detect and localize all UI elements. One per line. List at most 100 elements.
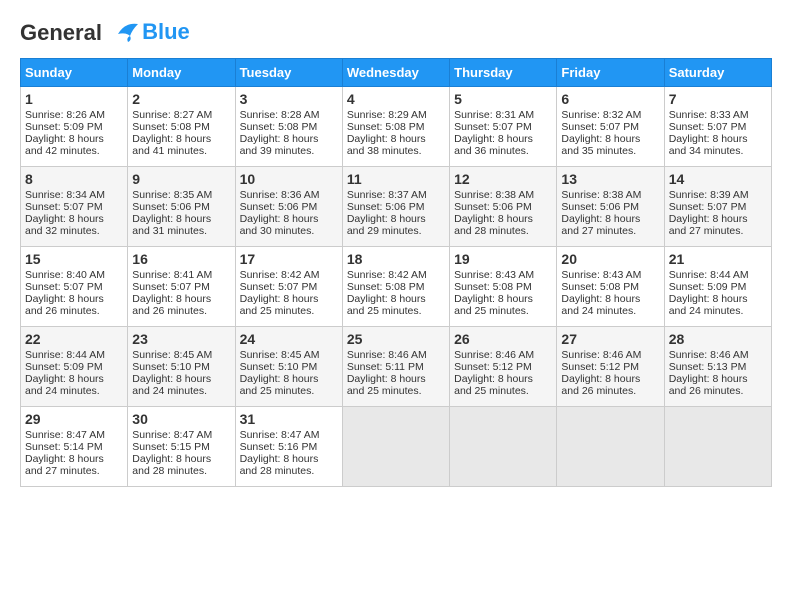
calendar-cell: 14Sunrise: 8:39 AMSunset: 5:07 PMDayligh… xyxy=(664,167,771,247)
col-tuesday: Tuesday xyxy=(235,59,342,87)
day-number: 7 xyxy=(669,91,767,107)
sunrise-label: Sunrise: 8:45 AM xyxy=(132,349,212,361)
day-number: 2 xyxy=(132,91,230,107)
sunrise-label: Sunrise: 8:43 AM xyxy=(561,269,641,281)
day-number: 9 xyxy=(132,171,230,187)
daylight-label: Daylight: 8 hours and 41 minutes. xyxy=(132,133,211,157)
daylight-label: Daylight: 8 hours and 26 minutes. xyxy=(561,373,640,397)
daylight-label: Daylight: 8 hours and 25 minutes. xyxy=(240,373,319,397)
sunset-label: Sunset: 5:07 PM xyxy=(561,121,639,133)
calendar-cell xyxy=(450,407,557,487)
sunrise-label: Sunrise: 8:38 AM xyxy=(454,189,534,201)
logo-general: General xyxy=(20,20,102,45)
calendar-cell: 1Sunrise: 8:26 AMSunset: 5:09 PMDaylight… xyxy=(21,87,128,167)
calendar-table: Sunday Monday Tuesday Wednesday Thursday… xyxy=(20,58,772,487)
sunrise-label: Sunrise: 8:46 AM xyxy=(561,349,641,361)
calendar-cell: 19Sunrise: 8:43 AMSunset: 5:08 PMDayligh… xyxy=(450,247,557,327)
daylight-label: Daylight: 8 hours and 26 minutes. xyxy=(669,373,748,397)
daylight-label: Daylight: 8 hours and 31 minutes. xyxy=(132,213,211,237)
daylight-label: Daylight: 8 hours and 26 minutes. xyxy=(25,293,104,317)
sunset-label: Sunset: 5:06 PM xyxy=(132,201,210,213)
calendar-row: 22Sunrise: 8:44 AMSunset: 5:09 PMDayligh… xyxy=(21,327,772,407)
sunset-label: Sunset: 5:09 PM xyxy=(669,281,747,293)
calendar-cell: 4Sunrise: 8:29 AMSunset: 5:08 PMDaylight… xyxy=(342,87,449,167)
sunset-label: Sunset: 5:09 PM xyxy=(25,361,103,373)
sunrise-label: Sunrise: 8:42 AM xyxy=(240,269,320,281)
calendar-cell: 23 Sunrise: 8:45 AMSunset: 5:10 PMDayligh… xyxy=(128,327,235,407)
sunset-label: Sunset: 5:06 PM xyxy=(240,201,318,213)
sunset-label: Sunset: 5:08 PM xyxy=(347,121,425,133)
day-number: 1 xyxy=(25,91,123,107)
sunrise-label: Sunrise: 8:46 AM xyxy=(347,349,427,361)
sunrise-label: Sunrise: 8:42 AM xyxy=(347,269,427,281)
col-thursday: Thursday xyxy=(450,59,557,87)
sunrise-label: Sunrise: 8:36 AM xyxy=(240,189,320,201)
daylight-label: Daylight: 8 hours and 27 minutes. xyxy=(561,213,640,237)
page-header: General Blue xyxy=(20,20,772,48)
day-number: 28 xyxy=(669,331,767,347)
daylight-label: Daylight: 8 hours and 36 minutes. xyxy=(454,133,533,157)
sunset-label: Sunset: 5:06 PM xyxy=(561,201,639,213)
calendar-cell: 8Sunrise: 8:34 AMSunset: 5:07 PMDaylight… xyxy=(21,167,128,247)
calendar-cell: 22Sunrise: 8:44 AMSunset: 5:09 PMDayligh… xyxy=(21,327,128,407)
calendar-cell: 12Sunrise: 8:38 AMSunset: 5:06 PMDayligh… xyxy=(450,167,557,247)
sunset-label: Sunset: 5:12 PM xyxy=(454,361,532,373)
calendar-cell: 5Sunrise: 8:31 AMSunset: 5:07 PMDaylight… xyxy=(450,87,557,167)
calendar-cell: 17Sunrise: 8:42 AMSunset: 5:07 PMDayligh… xyxy=(235,247,342,327)
day-number: 19 xyxy=(454,251,552,267)
calendar-cell: 16Sunrise: 8:41 AMSunset: 5:07 PMDayligh… xyxy=(128,247,235,327)
calendar-row: 15Sunrise: 8:40 AMSunset: 5:07 PMDayligh… xyxy=(21,247,772,327)
sunset-label: Sunset: 5:07 PM xyxy=(132,281,210,293)
calendar-body: 1Sunrise: 8:26 AMSunset: 5:09 PMDaylight… xyxy=(21,87,772,487)
sunset-label: Sunset: 5:08 PM xyxy=(347,281,425,293)
sunrise-label: Sunrise: 8:35 AM xyxy=(132,189,212,201)
day-number: 20 xyxy=(561,251,659,267)
sunrise-label: Sunrise: 8:41 AM xyxy=(132,269,212,281)
calendar-cell xyxy=(664,407,771,487)
calendar-row: 29Sunrise: 8:47 AMSunset: 5:14 PMDayligh… xyxy=(21,407,772,487)
daylight-label: Daylight: 8 hours and 27 minutes. xyxy=(25,453,104,477)
daylight-label: Daylight: 8 hours and 24 minutes. xyxy=(25,373,104,397)
sunset-label: Sunset: 5:08 PM xyxy=(454,281,532,293)
sunset-label: Sunset: 5:07 PM xyxy=(669,121,747,133)
sunrise-label: Sunrise: 8:32 AM xyxy=(561,109,641,121)
day-number: 5 xyxy=(454,91,552,107)
calendar-cell: 7Sunrise: 8:33 AMSunset: 5:07 PMDaylight… xyxy=(664,87,771,167)
daylight-label: Daylight: 8 hours and 24 minutes. xyxy=(669,293,748,317)
calendar-row: 1Sunrise: 8:26 AMSunset: 5:09 PMDaylight… xyxy=(21,87,772,167)
sunset-label: Sunset: 5:10 PM xyxy=(132,361,210,373)
daylight-label: Daylight: 8 hours and 27 minutes. xyxy=(669,213,748,237)
sunrise-label: Sunrise: 8:27 AM xyxy=(132,109,212,121)
sunset-label: Sunset: 5:16 PM xyxy=(240,441,318,453)
sunrise-label: Sunrise: 8:47 AM xyxy=(240,429,320,441)
sunset-label: Sunset: 5:07 PM xyxy=(454,121,532,133)
logo-bird-icon xyxy=(110,20,140,48)
calendar-cell: 6Sunrise: 8:32 AMSunset: 5:07 PMDaylight… xyxy=(557,87,664,167)
day-number: 27 xyxy=(561,331,659,347)
day-number: 30 xyxy=(132,411,230,427)
sunset-label: Sunset: 5:11 PM xyxy=(347,361,424,373)
day-number: 4 xyxy=(347,91,445,107)
calendar-row: 8Sunrise: 8:34 AMSunset: 5:07 PMDaylight… xyxy=(21,167,772,247)
daylight-label: Daylight: 8 hours and 24 minutes. xyxy=(561,293,640,317)
calendar-cell xyxy=(342,407,449,487)
col-wednesday: Wednesday xyxy=(342,59,449,87)
sunset-label: Sunset: 5:07 PM xyxy=(240,281,318,293)
day-number: 18 xyxy=(347,251,445,267)
col-monday: Monday xyxy=(128,59,235,87)
sunset-label: Sunset: 5:08 PM xyxy=(132,121,210,133)
daylight-label: Daylight: 8 hours and 30 minutes. xyxy=(240,213,319,237)
calendar-cell: 18Sunrise: 8:42 AMSunset: 5:08 PMDayligh… xyxy=(342,247,449,327)
sunrise-label: Sunrise: 8:34 AM xyxy=(25,189,105,201)
daylight-label: Daylight: 8 hours and 28 minutes. xyxy=(240,453,319,477)
day-number: 31 xyxy=(240,411,338,427)
calendar-cell: 21Sunrise: 8:44 AMSunset: 5:09 PMDayligh… xyxy=(664,247,771,327)
daylight-label: Daylight: 8 hours and 24 minutes. xyxy=(132,373,211,397)
sunset-label: Sunset: 5:07 PM xyxy=(25,201,103,213)
sunset-label: Sunset: 5:08 PM xyxy=(240,121,318,133)
day-number: 23 xyxy=(132,331,230,347)
day-number: 17 xyxy=(240,251,338,267)
calendar-cell: 26Sunrise: 8:46 AMSunset: 5:12 PMDayligh… xyxy=(450,327,557,407)
daylight-label: Daylight: 8 hours and 34 minutes. xyxy=(669,133,748,157)
sunset-label: Sunset: 5:15 PM xyxy=(132,441,210,453)
